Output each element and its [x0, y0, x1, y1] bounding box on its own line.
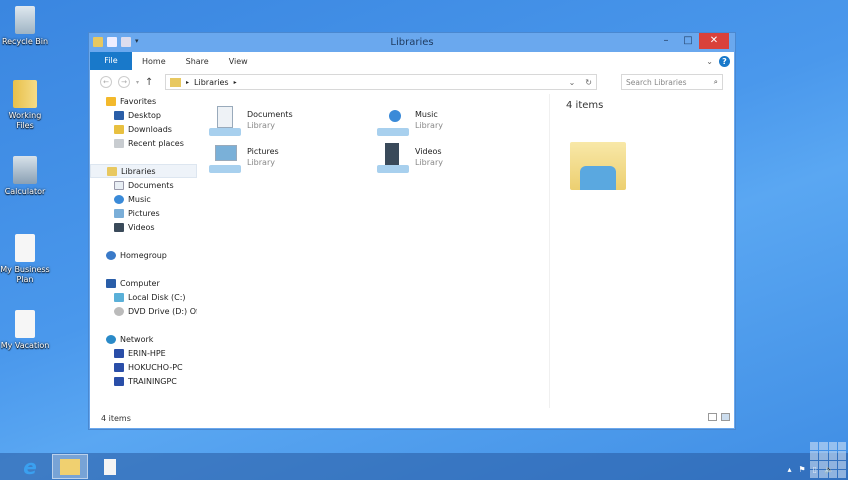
nav-network-pc[interactable]: TRAININGPC [90, 374, 197, 388]
status-item-count: 4 items [101, 414, 131, 423]
breadcrumb-libraries[interactable]: Libraries [194, 78, 229, 87]
nav-favorites[interactable]: Favorites [90, 94, 197, 108]
navigation-pane: Favorites Desktop Downloads Recent place… [90, 94, 197, 408]
dvd-icon [114, 306, 124, 316]
videos-icon [114, 222, 124, 232]
back-button[interactable]: ← [100, 76, 112, 88]
nav-network-pc[interactable]: ERIN-HPE [90, 346, 197, 360]
nav-libraries[interactable]: Libraries [90, 164, 197, 178]
large-icons-view-button[interactable] [721, 413, 730, 421]
recycle-bin-icon [15, 6, 35, 34]
nav-dvd-drive[interactable]: DVD Drive (D:) Office [90, 304, 197, 318]
details-view-button[interactable] [708, 413, 717, 421]
search-input[interactable]: Search Libraries ⌕ [621, 74, 723, 90]
item-count: 4 items [566, 100, 604, 111]
taskbar: e ▴ ⚑ ▯ 🔈 [0, 453, 848, 480]
document-icon [15, 234, 35, 262]
videos-library-icon [377, 143, 409, 173]
ribbon: File Home Share View ⌄? [90, 52, 734, 70]
details-pane: 4 items [549, 94, 734, 408]
desktop-icon-my-business-plan[interactable]: My Business Plan [0, 234, 50, 285]
desktop-icon-calculator[interactable]: Calculator [0, 156, 50, 197]
forward-button[interactable]: → [118, 76, 130, 88]
library-videos[interactable]: Videos Library [377, 143, 443, 173]
homegroup-icon [106, 250, 116, 260]
recent-locations-icon[interactable]: ▾ [136, 79, 139, 86]
chevron-right-icon[interactable]: ▸ [234, 79, 237, 86]
nav-computer[interactable]: Computer [90, 276, 197, 290]
action-center-flag-icon[interactable]: ⚑ [798, 465, 805, 474]
minimize-button[interactable]: – [655, 33, 677, 49]
tab-share[interactable]: Share [176, 57, 219, 66]
libraries-icon [107, 166, 117, 176]
documents-icon [114, 180, 124, 190]
tiles-overlay-icon [808, 440, 848, 480]
nav-recent-places[interactable]: Recent places [90, 136, 197, 150]
computer-icon [114, 362, 124, 372]
desktop-icon-working-files[interactable]: Working Files [0, 80, 50, 131]
nav-music[interactable]: Music [90, 192, 197, 206]
taskbar-file-explorer[interactable] [52, 454, 88, 479]
desktop-icon [114, 110, 124, 120]
up-button[interactable]: ↑ [145, 77, 153, 88]
nav-network-pc[interactable]: HOKUCHO-PC [90, 360, 197, 374]
title-bar[interactable]: ▾ Libraries – □ ✕ [89, 33, 735, 52]
tab-home[interactable]: Home [132, 57, 176, 66]
tab-file[interactable]: File [90, 52, 132, 70]
file-explorer-icon [60, 458, 80, 475]
calculator-icon [13, 156, 37, 184]
nav-videos[interactable]: Videos [90, 220, 197, 234]
taskbar-internet-explorer[interactable]: e [12, 454, 48, 479]
music-library-icon [377, 106, 409, 136]
recent-places-icon [114, 138, 124, 148]
window-title: Libraries [390, 37, 434, 48]
hard-drive-icon [114, 292, 124, 302]
library-pictures[interactable]: Pictures Library [209, 143, 279, 173]
desktop-icon-recycle-bin[interactable]: Recycle Bin [0, 6, 50, 47]
status-bar: 4 items [90, 408, 734, 428]
internet-explorer-icon: e [23, 454, 37, 479]
desktop-icon-my-vacation[interactable]: My Vacation [0, 310, 50, 351]
tab-view[interactable]: View [219, 57, 258, 66]
nav-pictures[interactable]: Pictures [90, 206, 197, 220]
network-icon [106, 334, 116, 344]
search-icon[interactable]: ⌕ [714, 77, 722, 87]
nav-desktop[interactable]: Desktop [90, 108, 197, 122]
explorer-window: ▾ Libraries – □ ✕ File Home Share View ⌄… [88, 32, 736, 430]
music-icon [114, 194, 124, 204]
expand-ribbon-icon[interactable]: ⌄ [706, 57, 713, 66]
nav-downloads[interactable]: Downloads [90, 122, 197, 136]
computer-icon [106, 278, 116, 288]
nav-local-disk[interactable]: Local Disk (C:) [90, 290, 197, 304]
computer-icon [114, 348, 124, 358]
help-button[interactable]: ? [719, 55, 730, 67]
taskbar-wordpad[interactable] [92, 454, 128, 479]
nav-homegroup[interactable]: Homegroup [90, 248, 197, 262]
address-dropdown-icon[interactable]: ⌄ [569, 78, 576, 87]
pictures-library-icon [209, 143, 241, 173]
refresh-icon[interactable]: ↻ [585, 78, 592, 87]
address-bar[interactable]: ▸ Libraries ▸ ⌄ ↻ [165, 74, 597, 90]
downloads-icon [114, 124, 124, 134]
pictures-icon [114, 208, 124, 218]
library-documents[interactable]: Documents Library [209, 106, 293, 136]
documents-library-icon [209, 106, 241, 136]
wordpad-icon [104, 458, 116, 475]
computer-icon [114, 376, 124, 386]
nav-documents[interactable]: Documents [90, 178, 197, 192]
show-hidden-icons-icon[interactable]: ▴ [787, 465, 791, 474]
maximize-button[interactable]: □ [677, 33, 699, 49]
chevron-right-icon: ▸ [186, 78, 190, 86]
file-list: Documents Library Music Library Pictures Li… [197, 94, 547, 408]
star-icon [106, 96, 116, 106]
libraries-icon [170, 77, 181, 87]
library-music[interactable]: Music Library [377, 106, 443, 136]
libraries-folder-icon [570, 136, 626, 190]
document-icon [15, 310, 35, 338]
nav-network[interactable]: Network [90, 332, 197, 346]
folder-icon [13, 80, 37, 108]
close-button[interactable]: ✕ [699, 33, 729, 49]
